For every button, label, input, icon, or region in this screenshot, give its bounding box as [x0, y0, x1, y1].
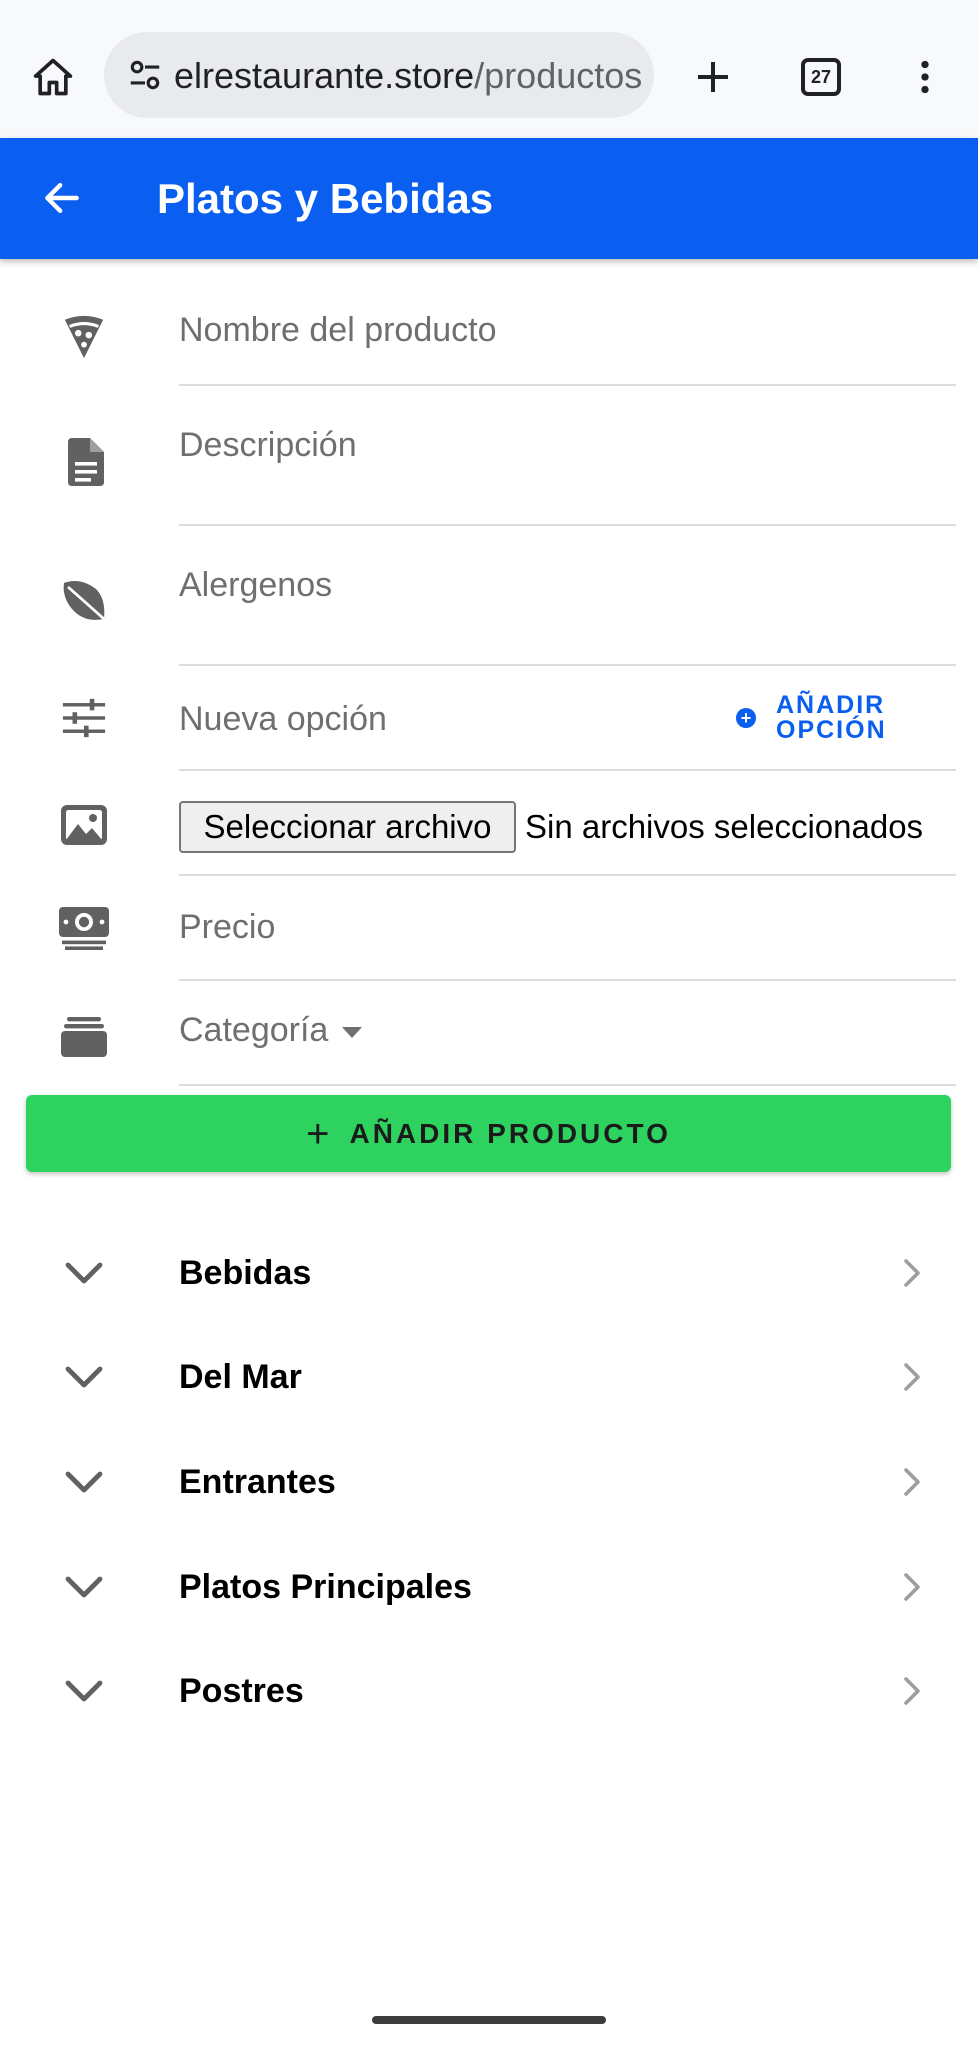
home-indicator[interactable] [372, 2016, 606, 2024]
category-item[interactable]: Postres [0, 1639, 978, 1743]
category-name: Postres [179, 1672, 304, 1710]
tune-icon [130, 60, 160, 90]
expand-button[interactable] [56, 1456, 112, 1508]
app-bar: Platos y Bebidas [0, 138, 978, 259]
add-circle-icon: + [736, 708, 756, 728]
page-title: Platos y Bebidas [157, 175, 494, 222]
expand-button[interactable] [56, 1351, 112, 1403]
add-product-label: AÑADIR PRODUCTO [349, 1117, 671, 1149]
new-tab-button[interactable] [682, 46, 744, 108]
chevron-down-icon [65, 1680, 103, 1702]
url-path: /productos [474, 55, 643, 96]
open-category-button[interactable] [892, 1567, 932, 1607]
chevron-right-icon [904, 1259, 920, 1287]
more-vert-icon [921, 60, 929, 94]
category-item[interactable]: Platos Principales [0, 1535, 978, 1639]
chevron-down-icon [65, 1366, 103, 1388]
home-button[interactable] [22, 46, 84, 108]
category-name: Platos Principales [179, 1568, 472, 1606]
open-category-button[interactable] [892, 1357, 932, 1397]
home-icon [33, 58, 73, 96]
add-option-button[interactable]: + AÑADIR OPCIÓN [736, 693, 906, 743]
add-option-label: AÑADIR OPCIÓN [776, 691, 887, 744]
product-name-field [179, 259, 956, 386]
category-item[interactable]: Del Mar [0, 1325, 978, 1429]
open-category-button[interactable] [892, 1671, 932, 1711]
category-name: Del Mar [179, 1358, 302, 1396]
address-bar[interactable]: elrestaurante.store/productos [104, 32, 654, 118]
option-field: + AÑADIR OPCIÓN [179, 666, 956, 771]
image-field: Seleccionar archivo Sin archivos selecci… [179, 771, 956, 876]
price-field [179, 876, 956, 981]
plus-icon: + [306, 1111, 330, 1156]
description-field [179, 386, 956, 526]
url-host: elrestaurante.store [174, 55, 475, 96]
tab-switcher-button[interactable]: 27 [790, 46, 852, 108]
expand-button[interactable] [56, 1247, 112, 1299]
image-icon [56, 797, 112, 853]
image-row: Seleccionar archivo Sin archivos selecci… [0, 771, 978, 876]
chevron-right-icon [904, 1363, 920, 1391]
leaf-icon [56, 572, 112, 628]
tab-count: 27 [801, 58, 841, 96]
category-name: Entrantes [179, 1463, 336, 1501]
chevron-right-icon [904, 1468, 920, 1496]
price-input[interactable] [179, 906, 956, 948]
category-row: Categoría [0, 981, 978, 1086]
product-name-input[interactable] [179, 309, 956, 351]
site-info-button[interactable] [122, 52, 168, 98]
pizza-slice-icon [56, 309, 112, 365]
expand-button[interactable] [56, 1665, 112, 1717]
expand-button[interactable] [56, 1561, 112, 1613]
back-button[interactable] [30, 166, 94, 230]
category-placeholder: Categoría [179, 1011, 329, 1049]
chevron-right-icon [904, 1677, 920, 1705]
allergens-input[interactable] [179, 564, 956, 606]
option-row: + AÑADIR OPCIÓN [0, 666, 978, 771]
money-icon [56, 900, 112, 956]
layers-icon [56, 1009, 112, 1065]
allergens-row [0, 526, 978, 666]
choose-file-button[interactable]: Seleccionar archivo [179, 801, 516, 853]
browser-toolbar: elrestaurante.store/productos 27 [0, 0, 978, 138]
description-input[interactable] [179, 424, 956, 466]
add-product-button[interactable]: + AÑADIR PRODUCTO [26, 1095, 951, 1172]
plus-icon [698, 62, 728, 92]
description-row [0, 386, 978, 526]
browser-menu-button[interactable] [894, 46, 956, 108]
url-text[interactable]: elrestaurante.store/productos [174, 54, 644, 98]
dropdown-arrow-icon [342, 1026, 363, 1038]
category-item[interactable]: Entrantes [0, 1430, 978, 1534]
sliders-icon [56, 690, 112, 746]
allergens-field [179, 526, 956, 666]
chevron-down-icon [65, 1471, 103, 1493]
arrow-back-icon [45, 182, 79, 214]
chevron-down-icon [65, 1262, 103, 1284]
price-row [0, 876, 978, 981]
file-status: Sin archivos seleccionados [525, 808, 924, 845]
category-item[interactable]: Bebidas [0, 1221, 978, 1325]
product-name-row [0, 259, 978, 386]
open-category-button[interactable] [892, 1462, 932, 1502]
category-field[interactable]: Categoría [179, 981, 956, 1086]
option-input[interactable] [179, 698, 699, 740]
chevron-down-icon [65, 1576, 103, 1598]
category-name: Bebidas [179, 1254, 312, 1292]
open-category-button[interactable] [892, 1253, 932, 1293]
category-select[interactable]: Categoría [179, 1011, 363, 1050]
document-icon [56, 434, 112, 490]
chevron-right-icon [904, 1573, 920, 1601]
